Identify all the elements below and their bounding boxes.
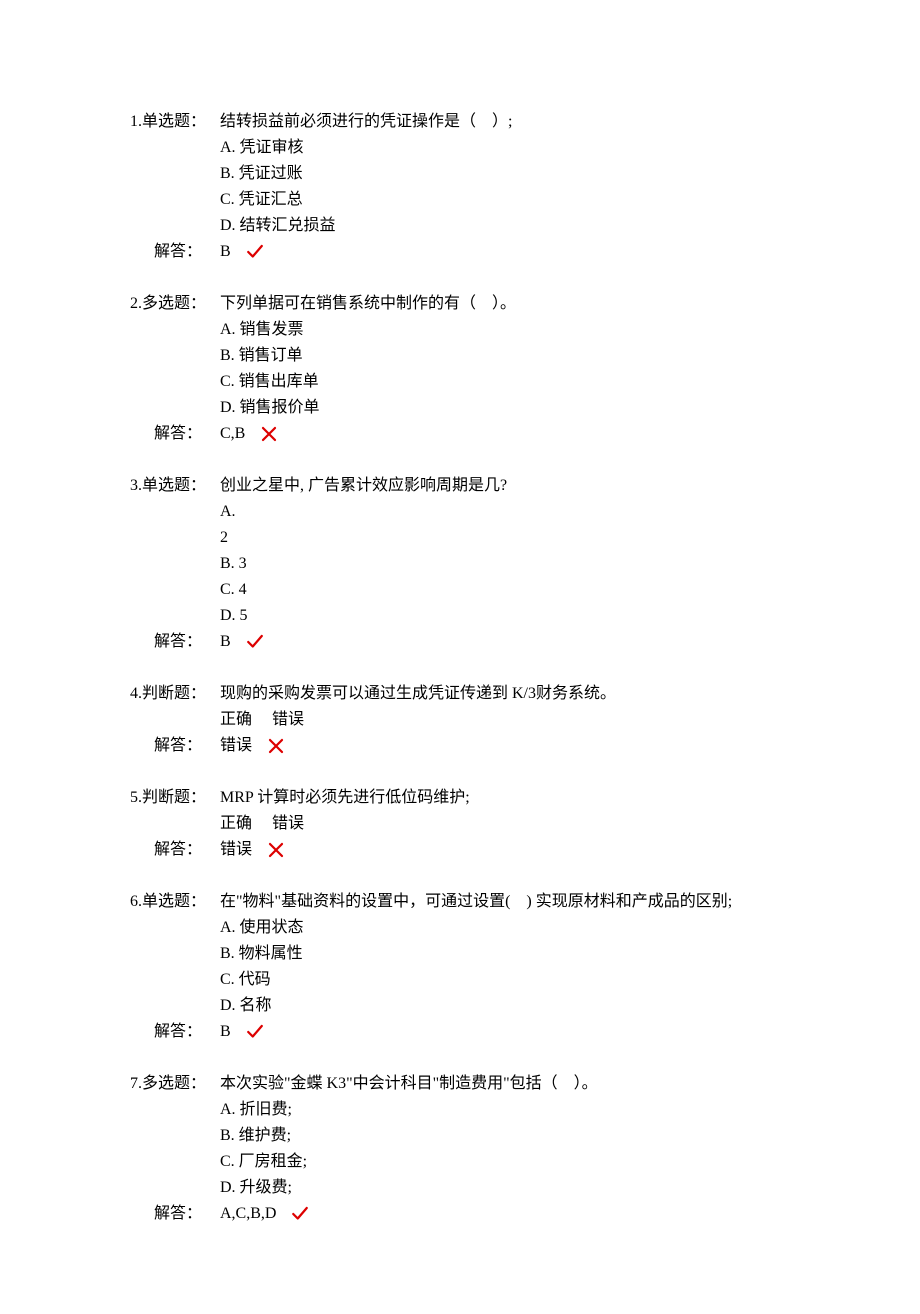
- option-item: C. 凭证汇总: [220, 188, 790, 212]
- check-icon: [245, 633, 265, 651]
- cross-icon: [266, 737, 286, 755]
- option-item: B. 凭证过账: [220, 162, 790, 186]
- option-item: A.: [220, 500, 790, 524]
- cross-icon: [259, 425, 279, 443]
- answer-row: 解答：C,B: [130, 422, 790, 446]
- option-item: 2: [220, 526, 790, 550]
- answer-label: 解答：: [130, 838, 220, 862]
- question-number: 1.单选题：: [130, 110, 220, 134]
- answer-mark: [245, 630, 265, 654]
- check-icon: [290, 1205, 310, 1223]
- options-list: A. 销售发票B. 销售订单C. 销售出库单D. 销售报价单: [220, 318, 790, 420]
- question-block: 7.多选题：本次实验"金蝶 K3"中会计科目"制造费用"包括（ ）。A. 折旧费…: [130, 1072, 790, 1226]
- answer-mark: [259, 422, 279, 446]
- option-item: D. 升级费;: [220, 1176, 790, 1200]
- question-text: 下列单据可在销售系统中制作的有（ ）。: [220, 292, 790, 316]
- check-icon: [245, 243, 265, 261]
- answer-mark: [245, 1020, 265, 1044]
- answer-value: A,C,B,D: [220, 1202, 276, 1226]
- question-header: 1.单选题：结转损益前必须进行的凭证操作是（ ）;: [130, 110, 790, 134]
- question-block: 5.判断题：MRP 计算时必须先进行低位码维护;正确错误解答：错误: [130, 786, 790, 862]
- true-false-options: 正确 错误: [220, 708, 790, 732]
- option-item: C. 厂房租金;: [220, 1150, 790, 1174]
- question-block: 4.判断题：现购的采购发票可以通过生成凭证传递到 K/3财务系统。正确错误解答：…: [130, 682, 790, 758]
- question-number: 2.多选题：: [130, 292, 220, 316]
- question-text: 现购的采购发票可以通过生成凭证传递到 K/3财务系统。: [220, 682, 790, 706]
- answer-row: 解答：A,C,B,D: [130, 1202, 790, 1226]
- answer-row: 解答：错误: [130, 734, 790, 758]
- answer-row: 解答：错误: [130, 838, 790, 862]
- option-item: B. 维护费;: [220, 1124, 790, 1148]
- options-list: A. 使用状态B. 物料属性C. 代码D. 名称: [220, 916, 790, 1018]
- answer-value: B: [220, 1020, 231, 1044]
- question-header: 3.单选题：创业之星中, 广告累计效应影响周期是几?: [130, 474, 790, 498]
- true-false-options: 正确 错误: [220, 812, 790, 836]
- options-list: A.2B. 3C. 4D. 5: [220, 500, 790, 628]
- option-item: A. 使用状态: [220, 916, 790, 940]
- question-number: 3.单选题：: [130, 474, 220, 498]
- answer-mark: [290, 1202, 310, 1226]
- answer-value: C,B: [220, 422, 245, 446]
- question-header: 4.判断题：现购的采购发票可以通过生成凭证传递到 K/3财务系统。: [130, 682, 790, 706]
- option-item: C. 销售出库单: [220, 370, 790, 394]
- question-block: 2.多选题：下列单据可在销售系统中制作的有（ ）。A. 销售发票B. 销售订单C…: [130, 292, 790, 446]
- quiz-container: 1.单选题：结转损益前必须进行的凭证操作是（ ）;A. 凭证审核B. 凭证过账C…: [130, 110, 790, 1226]
- question-number: 7.多选题：: [130, 1072, 220, 1096]
- answer-value: B: [220, 630, 231, 654]
- options-list: A. 折旧费;B. 维护费;C. 厂房租金;D. 升级费;: [220, 1098, 790, 1200]
- cross-icon: [266, 841, 286, 859]
- option-item: D. 结转汇兑损益: [220, 214, 790, 238]
- question-number: 4.判断题：: [130, 682, 220, 706]
- answer-label: 解答：: [130, 422, 220, 446]
- question-block: 1.单选题：结转损益前必须进行的凭证操作是（ ）;A. 凭证审核B. 凭证过账C…: [130, 110, 790, 264]
- check-icon: [245, 1023, 265, 1041]
- question-text: 在"物料"基础资料的设置中，可通过设置( ) 实现原材料和产成品的区别;: [220, 890, 790, 914]
- option-item: C. 代码: [220, 968, 790, 992]
- answer-mark: [266, 734, 286, 758]
- answer-label: 解答：: [130, 240, 220, 264]
- question-header: 5.判断题：MRP 计算时必须先进行低位码维护;: [130, 786, 790, 810]
- question-number: 5.判断题：: [130, 786, 220, 810]
- option-item: D. 5: [220, 604, 790, 628]
- answer-row: 解答：B: [130, 1020, 790, 1044]
- answer-value: B: [220, 240, 231, 264]
- option-item: B. 3: [220, 552, 790, 576]
- options-list: A. 凭证审核B. 凭证过账C. 凭证汇总D. 结转汇兑损益: [220, 136, 790, 238]
- tf-wrong-label: 错误: [272, 815, 304, 832]
- option-item: A. 凭证审核: [220, 136, 790, 160]
- question-text: 本次实验"金蝶 K3"中会计科目"制造费用"包括（ ）。: [220, 1072, 790, 1096]
- answer-mark: [245, 240, 265, 264]
- option-item: D. 名称: [220, 994, 790, 1018]
- option-item: C. 4: [220, 578, 790, 602]
- question-header: 7.多选题：本次实验"金蝶 K3"中会计科目"制造费用"包括（ ）。: [130, 1072, 790, 1096]
- answer-label: 解答：: [130, 1202, 220, 1226]
- answer-value: 错误: [220, 838, 252, 862]
- question-text: MRP 计算时必须先进行低位码维护;: [220, 786, 790, 810]
- answer-mark: [266, 838, 286, 862]
- tf-correct-label: 正确: [220, 815, 252, 832]
- question-block: 3.单选题：创业之星中, 广告累计效应影响周期是几?A.2B. 3C. 4D. …: [130, 474, 790, 654]
- answer-row: 解答：B: [130, 240, 790, 264]
- question-text: 结转损益前必须进行的凭证操作是（ ）;: [220, 110, 790, 134]
- answer-row: 解答：B: [130, 630, 790, 654]
- tf-wrong-label: 错误: [272, 711, 304, 728]
- option-item: B. 销售订单: [220, 344, 790, 368]
- option-item: D. 销售报价单: [220, 396, 790, 420]
- answer-label: 解答：: [130, 734, 220, 758]
- question-header: 2.多选题：下列单据可在销售系统中制作的有（ ）。: [130, 292, 790, 316]
- question-number: 6.单选题：: [130, 890, 220, 914]
- answer-label: 解答：: [130, 1020, 220, 1044]
- tf-correct-label: 正确: [220, 711, 252, 728]
- answer-label: 解答：: [130, 630, 220, 654]
- option-item: A. 折旧费;: [220, 1098, 790, 1122]
- question-header: 6.单选题：在"物料"基础资料的设置中，可通过设置( ) 实现原材料和产成品的区…: [130, 890, 790, 914]
- answer-value: 错误: [220, 734, 252, 758]
- option-item: B. 物料属性: [220, 942, 790, 966]
- question-text: 创业之星中, 广告累计效应影响周期是几?: [220, 474, 790, 498]
- option-item: A. 销售发票: [220, 318, 790, 342]
- question-block: 6.单选题：在"物料"基础资料的设置中，可通过设置( ) 实现原材料和产成品的区…: [130, 890, 790, 1044]
